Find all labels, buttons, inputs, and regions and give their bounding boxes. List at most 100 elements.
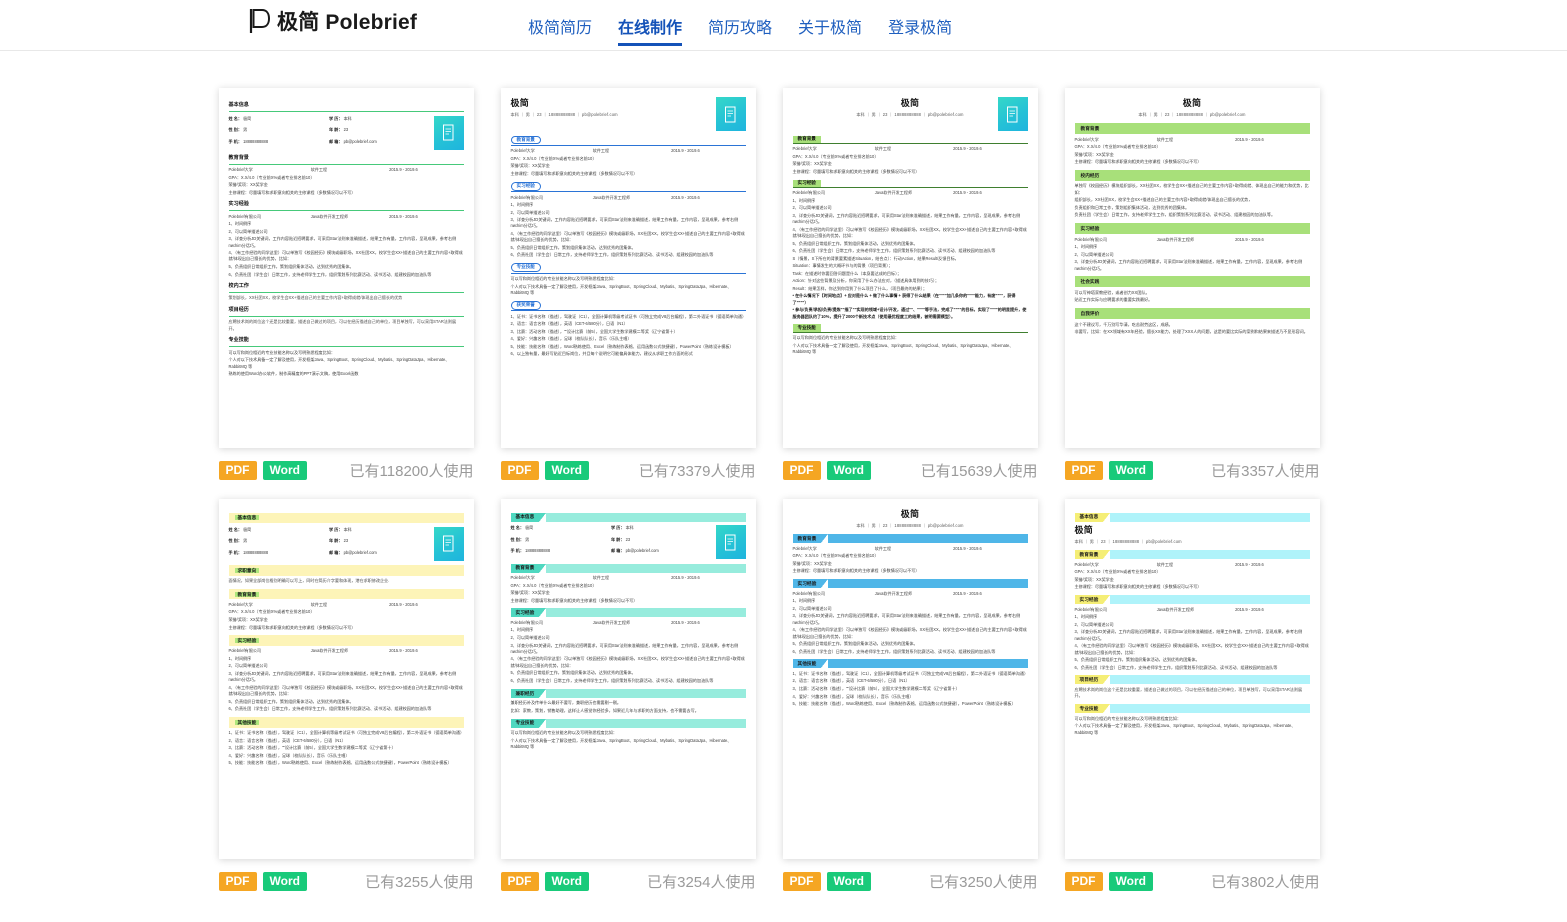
intern-bullet: 3、详查分析JD关键词，工作内容贴近招聘要求，可采用Star法则来准确描述，结果…: [1074, 259, 1303, 271]
download-word-button[interactable]: Word: [1108, 461, 1153, 480]
nav-item-about[interactable]: 关于极简: [798, 0, 862, 51]
label-name: 姓 名：: [228, 115, 242, 121]
resume-header: 极简 本科 ｜ 男 ｜ 23 ｜ 18888888888 ｜ pb@polebr…: [511, 97, 746, 131]
template-preview-4[interactable]: 极简 本科 ｜ 男 ｜ 23 ｜ 18888888888 ｜ pb@polebr…: [1064, 88, 1320, 448]
section-header: 教育背景: [228, 588, 464, 600]
download-pdf-button[interactable]: PDF: [218, 872, 257, 891]
intern-bullet: 4、（有工作经验的同学这里）可以单独写《校园经历》模块或级职场，XX社团XX，校…: [228, 684, 463, 697]
intern-bullet: 3、详查分析JD关键词，工作内容贴近招聘要求，可采用Star法则来准确描述，结果…: [792, 212, 1021, 225]
nav-item-login[interactable]: 登录极简: [888, 0, 952, 51]
edu-line: 主修课程：尽量填写和求职意向相关的主修课程（多数情况可以不写）: [228, 624, 356, 630]
template-card[interactable]: 极简 本科 ｜ 男 ｜ 23 ｜ 18888888888 ｜ pb@polebr…: [782, 499, 1038, 893]
section-header: 教育背景: [792, 135, 1028, 144]
download-word-button[interactable]: Word: [1108, 872, 1153, 891]
avatar: [712, 524, 746, 559]
section-title: 教育背景: [228, 155, 464, 165]
honor-bullet: 1、证书：证书名称（描述），驾驶证（C1），全国计算机等级考试证书（可独立完成V…: [510, 313, 747, 319]
nav-item-gonglue[interactable]: 简历攻略: [708, 0, 772, 51]
download-pdf-button[interactable]: PDF: [500, 461, 539, 480]
edu-date: 2015.9 - 2019.6: [1235, 136, 1264, 142]
download-pdf-button[interactable]: PDF: [1064, 872, 1103, 891]
edu-row: Polebrief大学 软件工程 2015.9 - 2019.6: [511, 148, 746, 154]
template-card[interactable]: 基本信息 极简 本科 ｜ 男 ｜ 23 ｜ 18888888888 ｜ pb@p…: [1064, 499, 1320, 893]
download-pdf-button[interactable]: PDF: [500, 872, 539, 891]
intern-bullet: 2、可以简单描述公司: [792, 205, 832, 211]
skill-details: 可以写和岗位相近的专业技能名称以及写明熟悉程度比如： 个人对以下技术具备一定了解…: [1075, 716, 1310, 736]
section-band: [1110, 512, 1310, 522]
star-line: Situation：事情发生的大概环节与的背景（项目背景）；: [792, 263, 893, 269]
intern-bullets: 1、时间倒序 2、可以简单描述公司 3、详查分析JD关键词，工作内容贴近招聘要求…: [793, 198, 1028, 255]
intern-bullets: 1、时间倒序 2、可以简单描述公司 3、详查分析JD关键词，工作内容贴近招聘要求…: [511, 627, 746, 684]
intern-role: Java软件开发工程师: [310, 213, 349, 219]
nav-item-jianli[interactable]: 极简简历: [528, 0, 592, 51]
skill-line: 可以写和岗位相近的专业技能名称以及写明熟悉程度比如：: [792, 335, 899, 341]
star-line: Result：结果怎样，你达到你用到了什么项目了什么，（项目最终的结果）；: [792, 285, 927, 291]
skill-line: 可以写和岗位相近的专业技能名称以及写明熟悉程度比如：: [510, 276, 617, 281]
template-preview-7[interactable]: 极简 本科 ｜ 男 ｜ 23 ｜ 18888888888 ｜ pb@polebr…: [782, 499, 1038, 859]
intern-bullets: 1、时间倒序 2、可以简单描述公司 3、详查分析JD关键词，工作内容贴近招聘要求…: [793, 598, 1028, 655]
campus-exp-line: 负责社团（学生会）日常工作，支持老师学生工作，组织策划系列比赛活动、读书活动、组…: [1074, 212, 1276, 218]
value-mail: pb@polebrief.com: [343, 549, 377, 555]
value-phone: 18888888888: [525, 548, 551, 554]
template-preview-8[interactable]: 基本信息 极简 本科 ｜ 男 ｜ 23 ｜ 18888888888 ｜ pb@p…: [1064, 499, 1320, 859]
section-title: 教育背景: [510, 563, 540, 573]
template-preview-5[interactable]: 基本信息 姓 名： 极简 学 历： 本科 性 别： 男 年 龄： 23 手 机：…: [218, 499, 474, 859]
intern-date: 2015.9 - 2019.6: [1235, 236, 1264, 242]
download-pdf-button[interactable]: PDF: [782, 461, 821, 480]
edu-line: 主修课程：尽量填写和求职意向相关的主修课程（多数情况可以不写）: [1074, 159, 1202, 165]
nav-item-online[interactable]: 在线制作: [618, 0, 683, 51]
intern-bullet: 1、时间倒序: [510, 202, 534, 208]
download-pdf-button[interactable]: PDF: [782, 872, 821, 891]
template-preview-1[interactable]: 基本信息 姓 名： 极简 学 历： 本科 性 别： 男 年 龄： 23 手 机：…: [218, 88, 474, 448]
template-card[interactable]: 极简 本科 ｜ 男 ｜ 23 ｜ 18888888888 ｜ pb@polebr…: [782, 88, 1038, 482]
download-pdf-button[interactable]: PDF: [218, 461, 257, 480]
template-footer: PDF Word 已有3254人使用: [500, 870, 756, 893]
other-skill-bullet: 4、爱好：兴趣名称（描述），足球（校队队长），音乐（乐队主唱）: [792, 693, 914, 699]
template-preview-6[interactable]: 基本信息 姓 名： 极简 学 历： 本科 性 别： 男 年 龄： 23 手 机：…: [500, 499, 756, 859]
arrow-tip-icon: [1103, 550, 1111, 560]
other-skill-bullet: 2、语言：语言名称（描述），英语（CET-6/580分），日语（N1）: [228, 737, 346, 743]
skill-line: 熟练的使用Word办公软件，制作高精度的PPT演示文稿，使用Excel函数: [228, 371, 359, 377]
label-edu: 学 历：: [611, 525, 625, 531]
download-word-button[interactable]: Word: [826, 461, 871, 480]
intern-role: Java软件开发工程师: [1156, 606, 1195, 612]
template-card[interactable]: 极简 本科 ｜ 男 ｜ 23 ｜ 18888888888 ｜ pb@polebr…: [1064, 88, 1320, 482]
edu-major: 软件工程: [592, 148, 610, 154]
download-word-button[interactable]: Word: [544, 872, 589, 891]
project-line: 应聘技术岗的岗位这个还是比较重要，描述自己做过的项目，可以在经历描述自己的单位，…: [1074, 686, 1303, 699]
download-word-button[interactable]: Word: [544, 461, 589, 480]
edu-details: GPA：X.X/4.0（专业前X%或者专业排名前10） 荣誉/奖项：XX奖学金 …: [1075, 144, 1310, 165]
template-card[interactable]: 基本信息 姓 名： 极简 学 历： 本科 性 别： 男 年 龄： 23 手 机：…: [218, 499, 474, 893]
template-footer: PDF Word 已有3357人使用: [1064, 459, 1320, 482]
template-card[interactable]: 基本信息 姓 名： 极简 学 历： 本科 性 别： 男 年 龄： 23 手 机：…: [218, 88, 474, 482]
template-card[interactable]: 基本信息 姓 名： 极简 学 历： 本科 性 别： 男 年 龄： 23 手 机：…: [500, 499, 756, 893]
edu-line: 主修课程：尽量填写和求职意向相关的主修课程（多数情况可以不写）: [510, 170, 638, 176]
edu-major: 软件工程: [1156, 136, 1174, 142]
campus-exp-line: 负责组织和日常工作，策划组织集体活动，达到优秀的团集体。: [1074, 204, 1190, 210]
value-age: 23: [343, 538, 349, 544]
section-header: 专业技能: [510, 263, 746, 274]
template-preview-3[interactable]: 极简 本科 ｜ 男 ｜ 23 ｜ 18888888888 ｜ pb@polebr…: [782, 88, 1038, 448]
edu-line: GPA：X.X/4.0（专业前X%或者专业排名前10）: [792, 553, 879, 559]
intern-bullet: 4、（有工作经验的同学这里）可以单独写《校园经历》模块或级职场，XX社团XX，校…: [1074, 643, 1309, 655]
brand-logo[interactable]: 极简 Polebrief: [249, 6, 417, 36]
section-header: 基本信息: [228, 512, 464, 524]
resume-subtitle: 本科 ｜ 男 ｜ 23 ｜ 18888888888 ｜ pb@polebrief…: [1074, 539, 1182, 545]
arrow-tip-icon: [821, 534, 829, 544]
section-band: [546, 512, 746, 522]
template-preview-2[interactable]: 极简 本科 ｜ 男 ｜ 23 ｜ 18888888888 ｜ pb@polebr…: [500, 88, 756, 448]
download-word-button[interactable]: Word: [262, 872, 307, 891]
intern-bullet: 2、可以简单描述公司: [510, 209, 550, 215]
intern-row: Polebrief有限公司 Java软件开发工程师 2015.9 - 2019.…: [229, 214, 464, 220]
intern-role: Java软件开发工程师: [592, 194, 631, 200]
honor-bullet: 5、技能：技能名称（描述），Word熟练使用、Excel（熟练制作表格、运用函数…: [510, 343, 734, 349]
download-word-button[interactable]: Word: [826, 872, 871, 891]
use-count-label: 已有73379人使用: [638, 463, 756, 480]
template-card[interactable]: 极简 本科 ｜ 男 ｜ 23 ｜ 18888888888 ｜ pb@polebr…: [500, 88, 756, 482]
download-pdf-button[interactable]: PDF: [1064, 461, 1103, 480]
star-line: Action：针对这些背景及分析，你采用了什么办法应对，（描述具体用到的技巧）；: [792, 278, 939, 284]
download-word-button[interactable]: Word: [262, 461, 307, 480]
intern-role: Java软件开发工程师: [1156, 236, 1195, 242]
other-skill-bullet: 5、技能：技能名称（描述），Word熟练使用、Excel（熟练制作表格、运用函数…: [792, 701, 1016, 707]
section-title: 教育背景: [792, 534, 822, 544]
